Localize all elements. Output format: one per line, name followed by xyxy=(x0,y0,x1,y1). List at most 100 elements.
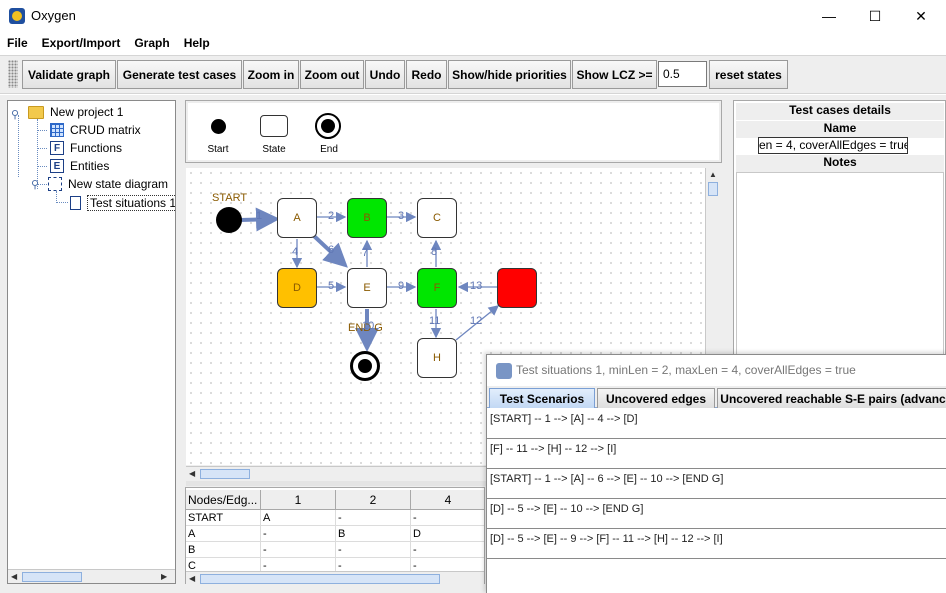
canvas-horizontal-scrollbar[interactable]: ◀ xyxy=(186,466,486,480)
table-header[interactable]: 4 xyxy=(411,490,484,510)
end-node[interactable] xyxy=(350,351,380,381)
table-cell[interactable]: B xyxy=(336,526,411,542)
scroll-left-icon[interactable]: ◀ xyxy=(189,469,195,478)
tree-item-label: Functions xyxy=(70,141,123,155)
tab-test-scenarios[interactable]: Test Scenarios xyxy=(489,388,595,408)
tree-horizontal-scrollbar[interactable]: ◀ ▶ xyxy=(8,569,175,583)
menu-help[interactable]: Help xyxy=(177,36,217,50)
menu-graph[interactable]: Graph xyxy=(127,36,176,50)
state-node-c[interactable]: C xyxy=(417,198,457,238)
list-item[interactable]: [START] -- 1 --> [A] -- 6 --> [E] -- 10 … xyxy=(487,469,946,499)
table-cell[interactable]: START xyxy=(186,510,261,526)
edge-label-8: 8 xyxy=(431,246,438,258)
notes-field[interactable] xyxy=(736,172,944,360)
generate-test-cases-button[interactable]: Generate test cases xyxy=(117,60,242,89)
table-cell[interactable]: B xyxy=(186,542,261,558)
oxygen-app-icon xyxy=(9,8,25,24)
end-node-icon[interactable] xyxy=(315,113,341,139)
tree-item-project[interactable]: New project 1 xyxy=(28,103,123,121)
table-cell[interactable]: A xyxy=(261,510,336,526)
window-title: Oxygen xyxy=(31,8,76,23)
scroll-right-icon[interactable]: ▶ xyxy=(161,572,167,581)
state-node-icon[interactable] xyxy=(260,115,288,137)
tab-uncovered-pairs[interactable]: Uncovered reachable S-E pairs (advanc xyxy=(717,388,946,408)
menu-bar: File Export/Import Graph Help xyxy=(0,32,946,53)
tree-item-state-diagram[interactable]: New state diagram xyxy=(48,175,168,193)
details-header: Test cases details xyxy=(736,103,944,120)
legend-end-label: End xyxy=(320,144,338,155)
tree-item-label: Test situations 1 xyxy=(87,195,175,211)
zoom-in-button[interactable]: Zoom in xyxy=(243,60,299,89)
table-cell[interactable]: - xyxy=(261,526,336,542)
state-node-d[interactable]: D xyxy=(277,268,317,308)
list-item[interactable]: [D] -- 5 --> [E] -- 10 --> [END G] xyxy=(487,499,946,529)
tree-item-entities[interactable]: E Entities xyxy=(50,157,109,175)
table-header[interactable]: 1 xyxy=(261,490,336,510)
list-item[interactable]: [F] -- 11 --> [H] -- 12 --> [I] xyxy=(487,439,946,469)
table-header[interactable]: 2 xyxy=(336,490,411,510)
lcz-threshold-input[interactable] xyxy=(658,61,707,87)
undo-button[interactable]: Undo xyxy=(365,60,405,89)
state-node-b[interactable]: B xyxy=(347,198,387,238)
name-field[interactable]: en = 4, coverAllEdges = true xyxy=(758,137,908,154)
scroll-up-icon[interactable]: ▲ xyxy=(709,170,717,179)
validate-graph-button[interactable]: Validate graph xyxy=(22,60,116,89)
maximize-button[interactable]: ☐ xyxy=(852,0,898,32)
show-lcz-button[interactable]: Show LCZ >= xyxy=(572,60,657,89)
toolbar-grip-icon[interactable] xyxy=(8,60,18,88)
list-item[interactable]: [D] -- 5 --> [E] -- 9 --> [F] -- 11 --> … xyxy=(487,529,946,559)
table-cell[interactable]: - xyxy=(336,542,411,558)
split-divider[interactable] xyxy=(186,481,486,486)
tab-uncovered-edges[interactable]: Uncovered edges xyxy=(597,388,715,408)
test-situations-window: Test situations 1, minLen = 2, maxLen = … xyxy=(486,354,946,593)
edge-label-4: 4 xyxy=(292,246,299,258)
table-header[interactable]: Nodes/Edg... xyxy=(186,490,261,510)
table-cell[interactable]: - xyxy=(411,542,484,558)
menu-export-import[interactable]: Export/Import xyxy=(35,36,128,50)
edge-label-2: 2 xyxy=(328,210,335,222)
list-item[interactable]: [START] -- 1 --> [A] -- 4 --> [D] xyxy=(487,409,946,439)
tree-item-functions[interactable]: F Functions xyxy=(50,139,122,157)
zoom-out-button[interactable]: Zoom out xyxy=(300,60,364,89)
menu-file[interactable]: File xyxy=(0,36,35,50)
tree-toggle-icon[interactable]: ⚲ xyxy=(11,108,19,121)
edge-label-12: 12 xyxy=(470,315,483,327)
scroll-left-icon[interactable]: ◀ xyxy=(189,574,195,583)
reset-states-button[interactable]: reset states xyxy=(709,60,788,89)
scroll-thumb[interactable] xyxy=(22,572,82,582)
folder-icon xyxy=(28,105,44,119)
scroll-thumb[interactable] xyxy=(200,469,250,479)
state-node-a[interactable]: A xyxy=(277,198,317,238)
state-diagram-icon xyxy=(48,177,62,191)
table-cell[interactable]: - xyxy=(336,510,411,526)
tree-item-crud-matrix[interactable]: CRUD matrix xyxy=(50,121,141,139)
tree-project-label: New project 1 xyxy=(50,105,124,119)
tree-item-test-situations[interactable]: Test situations 1 xyxy=(70,194,175,212)
close-button[interactable]: ✕ xyxy=(898,0,944,32)
state-node-e[interactable]: E xyxy=(347,268,387,308)
scroll-thumb[interactable] xyxy=(200,574,440,584)
state-node-h[interactable]: H xyxy=(417,338,457,378)
table-horizontal-scrollbar[interactable]: ◀ xyxy=(186,571,484,585)
project-tree: ⚲ New project 1 CRUD matrix F Functions … xyxy=(7,100,176,584)
table-cell[interactable]: A xyxy=(186,526,261,542)
edge-label-1: 1 xyxy=(256,210,263,222)
state-node-f[interactable]: F xyxy=(417,268,457,308)
state-node-red[interactable] xyxy=(497,268,537,308)
tree-item-label: New state diagram xyxy=(68,177,169,191)
start-node-icon[interactable] xyxy=(211,119,226,134)
table-cell[interactable]: D xyxy=(411,526,484,542)
table-cell[interactable]: - xyxy=(411,510,484,526)
test-situations-titlebar[interactable]: Test situations 1, minLen = 2, maxLen = … xyxy=(487,355,946,385)
scroll-left-icon[interactable]: ◀ xyxy=(11,572,17,581)
show-hide-priorities-button[interactable]: Show/hide priorities xyxy=(448,60,571,89)
legend-state-label: State xyxy=(262,144,286,155)
scroll-thumb[interactable] xyxy=(708,182,718,196)
minimize-button[interactable]: — xyxy=(806,0,852,32)
oxygen-app-icon xyxy=(496,363,512,379)
table-cell[interactable]: - xyxy=(261,542,336,558)
tree-toggle-icon[interactable]: ⚲ xyxy=(31,178,39,191)
start-node[interactable] xyxy=(216,207,242,233)
name-label: Name xyxy=(736,121,944,138)
redo-button[interactable]: Redo xyxy=(406,60,447,89)
